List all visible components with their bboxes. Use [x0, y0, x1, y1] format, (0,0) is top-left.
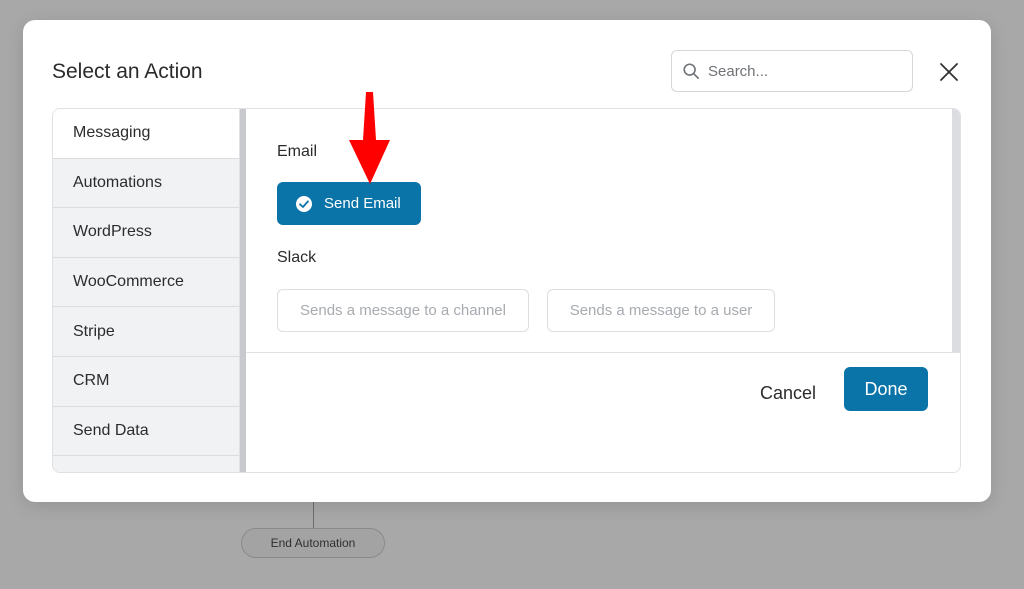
action-panel: Messaging Automations WordPress WooComme…: [52, 108, 961, 473]
check-circle-icon: [296, 195, 312, 212]
sidebar-item-woocommerce[interactable]: WooCommerce: [53, 258, 239, 308]
search-icon: [683, 63, 700, 80]
done-button[interactable]: Done: [844, 367, 928, 411]
close-button[interactable]: [937, 60, 961, 84]
slack-user-message-button[interactable]: Sends a message to a user: [547, 289, 775, 332]
sidebar-item-label: Messaging: [73, 124, 151, 142]
sidebar-item-messaging[interactable]: Messaging: [53, 109, 239, 159]
sidebar-item-send-data[interactable]: Send Data: [53, 407, 239, 457]
sidebar-item-label: Send Data: [73, 421, 149, 439]
sidebar-item-label: WooCommerce: [73, 273, 184, 291]
annotation-arrow-icon: [349, 92, 390, 184]
modal-footer: Cancel Done: [246, 352, 960, 472]
section-label-email: Email: [277, 143, 318, 160]
flow-connector-line: [313, 500, 314, 528]
sidebar-item-label: WordPress: [73, 223, 152, 241]
search-box[interactable]: [671, 50, 913, 92]
sidebar-item-crm[interactable]: CRM: [53, 357, 239, 407]
sidebar-item-label: CRM: [73, 372, 110, 390]
end-automation-node: End Automation: [241, 528, 385, 558]
sidebar-item-wordpress[interactable]: WordPress: [53, 208, 239, 258]
search-input[interactable]: [708, 62, 898, 80]
send-email-label: Send Email: [324, 195, 401, 212]
section-label-slack: Slack: [277, 249, 317, 266]
modal-title: Select an Action: [52, 60, 203, 83]
select-action-modal: Select an Action Messaging Automations W…: [23, 20, 991, 502]
category-sidebar: Messaging Automations WordPress WooComme…: [53, 109, 240, 472]
sidebar-item-label: Automations: [73, 173, 162, 191]
sidebar-item-automations[interactable]: Automations: [53, 159, 239, 209]
send-email-button[interactable]: Send Email: [277, 182, 421, 225]
sidebar-item-stripe[interactable]: Stripe: [53, 307, 239, 357]
cancel-button[interactable]: Cancel: [758, 371, 818, 415]
close-icon: [940, 63, 958, 81]
slack-channel-message-label: Sends a message to a channel: [300, 302, 506, 319]
slack-channel-message-button[interactable]: Sends a message to a channel: [277, 289, 529, 332]
sidebar-item-label: Stripe: [73, 322, 115, 340]
slack-user-message-label: Sends a message to a user: [569, 302, 753, 319]
content-scrollbar[interactable]: [952, 109, 960, 352]
